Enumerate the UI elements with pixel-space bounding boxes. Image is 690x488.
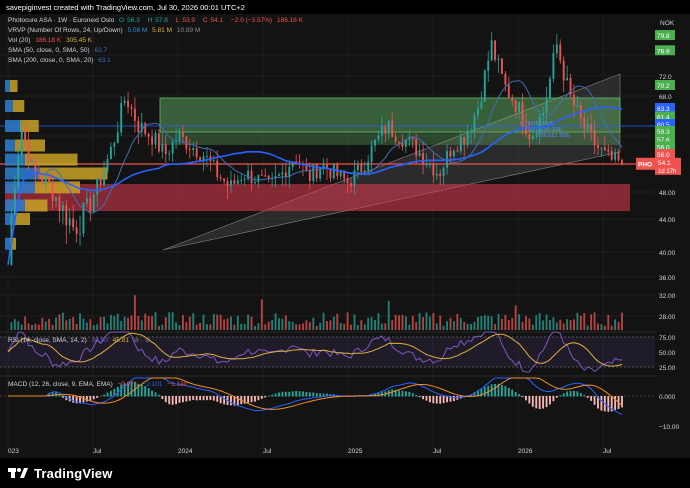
price-tag: 79.8 bbox=[657, 33, 670, 40]
rsi-tick: 75.00 bbox=[659, 335, 676, 342]
sma50-value: 62.7 bbox=[94, 47, 108, 54]
macd-value: −0.971 bbox=[117, 381, 138, 388]
vrvp-total: 10.89 M bbox=[176, 27, 201, 34]
price-tag: 70.2 bbox=[657, 83, 670, 90]
rsi-label: RSI (14, close, SMA, 14, 2) bbox=[8, 337, 87, 344]
legend-macd[interactable]: MACD (12, 26, close, 9, EMA, EMA) −0.971… bbox=[8, 381, 190, 388]
volume-bars bbox=[10, 295, 623, 330]
brand-name: TradingView bbox=[34, 465, 113, 481]
low-label: L bbox=[175, 17, 180, 24]
sma200-label: SMA (200, close, 0, SMA, 20) bbox=[8, 57, 94, 64]
macd-tick: −10.00 bbox=[659, 424, 679, 431]
vol-label: Vol (20) bbox=[8, 37, 31, 44]
high-value: 57.8 bbox=[155, 17, 168, 24]
time-tick: Jul bbox=[263, 448, 272, 455]
price-tick: 28.00 bbox=[659, 314, 676, 321]
legend-sma200[interactable]: SMA (200, close, 0, SMA, 20) 63.1 bbox=[8, 57, 114, 64]
price-tick: 48.00 bbox=[659, 190, 676, 197]
close-value: 54.1 bbox=[210, 17, 224, 24]
volume-profile bbox=[5, 80, 108, 250]
open-value: 56.3 bbox=[127, 17, 140, 24]
sub-panes bbox=[0, 331, 655, 415]
chart-caption: savepiginvest created with TradingView.c… bbox=[6, 3, 245, 12]
rsi-tick: 50.00 bbox=[659, 350, 676, 357]
sma50-label: SMA (50, close, 0, SMA, 50) bbox=[8, 47, 90, 54]
legend-symbol: Photocure ASA · 1W · Euronext Oslo O 56.3… bbox=[8, 17, 306, 24]
price-tick: 36.00 bbox=[659, 275, 676, 282]
legend-sma50[interactable]: SMA (50, close, 0, SMA, 50) 62.7 bbox=[8, 47, 110, 54]
time-tick: 2025 bbox=[348, 448, 363, 455]
price-tag: 76.9 bbox=[657, 48, 670, 55]
sma200-value: 63.1 bbox=[98, 57, 111, 64]
macd-label: MACD (12, 26, close, 9, EMA, EMA) bbox=[8, 381, 113, 388]
fib-label: 0.882(57.956) bbox=[536, 133, 570, 139]
high-label: H bbox=[147, 17, 153, 24]
time-tick: Jul bbox=[433, 448, 442, 455]
legend-vrvp[interactable]: VRVP (Number Of Rows, 24, Up/Down) 5.08 … bbox=[8, 27, 203, 34]
price-tick: 44.00 bbox=[659, 217, 676, 224]
vrvp-down: 5.81 M bbox=[152, 27, 173, 34]
time-tick: 2026 bbox=[518, 448, 533, 455]
time-tick: 023 bbox=[8, 448, 19, 455]
currency-label: NOK bbox=[660, 20, 675, 27]
chart-frame: 0.786(59.908) 0.786(59.908) 0.882(57.956) … bbox=[0, 14, 690, 458]
rsi-extra-icon: ⊘ · ⊘ bbox=[133, 337, 151, 344]
rsi-sma-value: 45.81 bbox=[112, 337, 129, 344]
legend-vol[interactable]: Vol (20) 186.18 K 305.45 K bbox=[8, 37, 95, 44]
legend-rsi[interactable]: RSI (14, close, SMA, 14, 2) 38.90 45.81 … bbox=[8, 336, 153, 344]
last-price-label: 54.1 bbox=[658, 160, 671, 167]
open-label: O bbox=[119, 17, 125, 24]
price-tick: 68.0 bbox=[659, 94, 672, 101]
macd-tick: 0.000 bbox=[659, 394, 676, 401]
price-tick: 32.00 bbox=[659, 293, 676, 300]
zones: 0.786(59.908)0.786(59.908)0.882(57.956) bbox=[0, 73, 655, 251]
vol-ma-value: 305.45 K bbox=[66, 37, 93, 44]
ticker-tag: PHO bbox=[638, 161, 652, 168]
vol-value: 186.18 K bbox=[35, 37, 62, 44]
change-value: −2.0 (−3.57%) bbox=[231, 17, 273, 24]
price-tick: 72.0 bbox=[659, 74, 672, 81]
price-tick: 40.00 bbox=[659, 250, 676, 257]
rsi-value: 38.90 bbox=[91, 337, 108, 344]
rsi-tick: 25.00 bbox=[659, 365, 676, 372]
vrvp-label: VRVP (Number Of Rows, 24, Up/Down) bbox=[8, 27, 123, 34]
bar-countdown-label: 1d 17h bbox=[658, 169, 676, 175]
macd-signal-value: −2.101 bbox=[142, 381, 163, 388]
volume-value: 186.18 K bbox=[277, 17, 304, 24]
time-tick: 2024 bbox=[178, 448, 193, 455]
chart-canvas[interactable]: 0.786(59.908)0.786(59.908)0.882(57.956) … bbox=[0, 14, 690, 458]
close-label: C bbox=[202, 17, 208, 24]
macd-hist-value: −1.130 bbox=[167, 381, 188, 388]
tradingview-logo-icon bbox=[8, 468, 28, 478]
time-tick: Jul bbox=[93, 448, 102, 455]
footer-brand: TradingView bbox=[8, 463, 113, 483]
vrvp-up: 5.08 M bbox=[127, 27, 148, 34]
time-tick: Jul bbox=[603, 448, 612, 455]
low-value: 53.9 bbox=[182, 17, 196, 24]
screenshot-root: savepiginvest created with TradingView.c… bbox=[0, 0, 690, 488]
symbol-title: Photocure ASA · 1W · Euronext Oslo bbox=[8, 17, 115, 24]
